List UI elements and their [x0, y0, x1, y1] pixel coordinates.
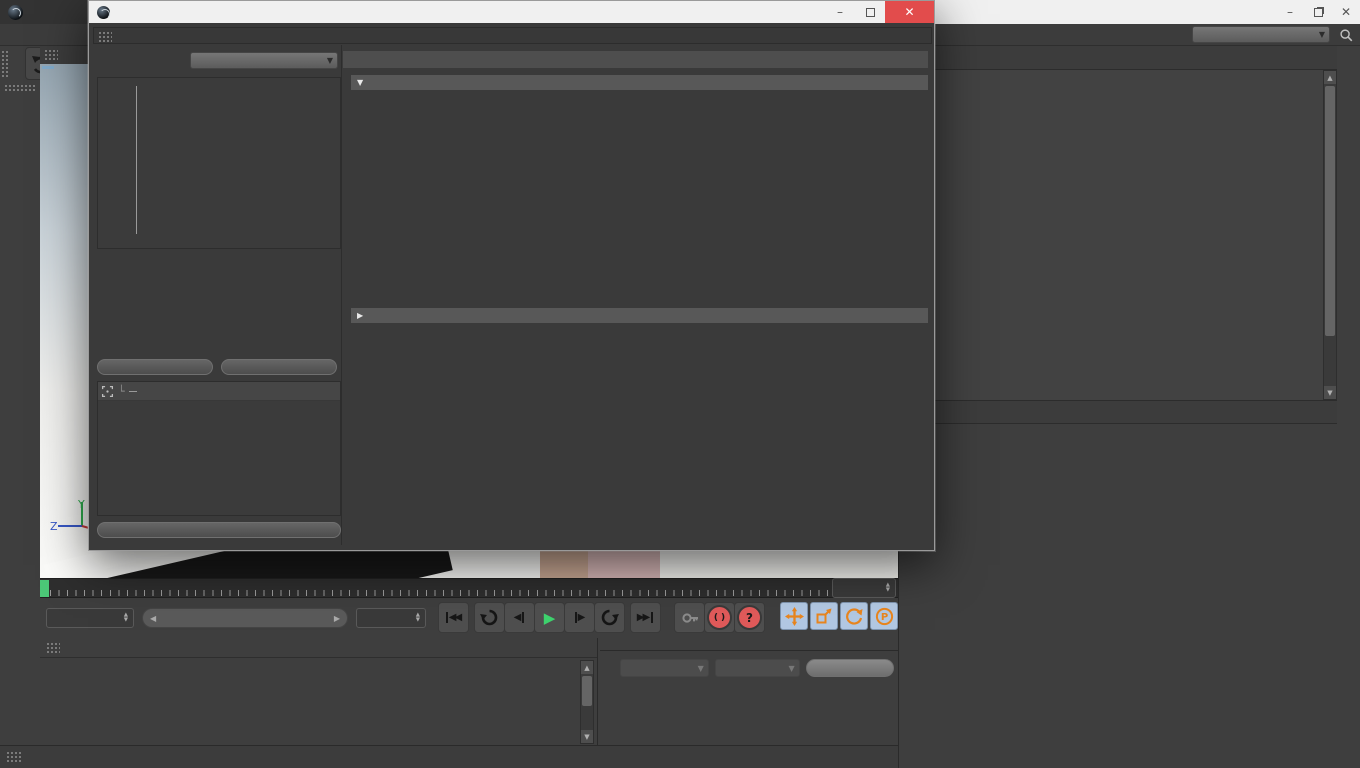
- play-icon: ▶: [543, 608, 556, 627]
- coords-scale-dropdown[interactable]: ▼: [714, 659, 800, 677]
- coordinates-panel: ▼ ▼: [600, 650, 898, 745]
- goto-start-button[interactable]: ◀◀: [438, 602, 469, 633]
- object-list-scrollbar[interactable]: ▲ ▼: [1323, 70, 1337, 400]
- next-frame-button[interactable]: ▶: [564, 602, 595, 633]
- move-icon: [784, 606, 804, 626]
- app-icon-area: [0, 0, 88, 24]
- restore-icon[interactable]: [1304, 1, 1332, 23]
- transport-buttons: ◀◀ ◀ ▶ ▶ ▶▶ ( ) ? P: [438, 602, 973, 633]
- keying-help-button[interactable]: ?: [734, 602, 765, 633]
- parameter-icon: P: [875, 607, 893, 625]
- ruler-ticks: [50, 590, 894, 596]
- next-key-button[interactable]: [594, 602, 625, 633]
- viewport-grip[interactable]: [44, 49, 58, 61]
- toolbar-grip[interactable]: [1, 50, 9, 78]
- settings-tree: [97, 77, 341, 249]
- panel-header: [343, 51, 928, 68]
- key-rotation-toggle[interactable]: [840, 602, 868, 630]
- scroll-up-icon[interactable]: ▲: [1324, 71, 1336, 84]
- search-icon[interactable]: [1338, 27, 1354, 43]
- right-panel: ▲ ▼: [898, 46, 1360, 768]
- viewport-camera-label[interactable]: [42, 66, 54, 69]
- dialog-grip[interactable]: [98, 31, 112, 42]
- tree-line: [136, 86, 137, 234]
- cinema4d-logo-icon: [8, 4, 23, 20]
- status-bar: [0, 745, 898, 768]
- record-key-button[interactable]: [674, 602, 705, 633]
- cinema4d-logo-icon: [97, 5, 110, 19]
- maxon-branding: [0, 640, 40, 745]
- timeline-ruler[interactable]: [40, 578, 898, 598]
- attribute-manager-menubar: [899, 400, 1337, 424]
- key-position-toggle[interactable]: [780, 602, 808, 630]
- render-settings-dialog: – ✕ ▼ └ ▼ ▶: [88, 0, 935, 551]
- autokey-icon: ( ): [707, 605, 732, 630]
- render-settings-button[interactable]: [97, 522, 341, 538]
- scroll-up-icon[interactable]: ▲: [581, 661, 593, 674]
- material-menubar: [40, 638, 597, 658]
- frame-range-slider[interactable]: ◀ ▶: [142, 608, 348, 628]
- engine-dropdown[interactable]: ▼: [190, 52, 338, 69]
- current-frame-spinner[interactable]: ▲ ▼: [832, 578, 896, 598]
- render-preset-icon: [101, 385, 114, 397]
- range-left-arrow-icon[interactable]: ◀: [150, 614, 156, 623]
- key-parameter-toggle[interactable]: P: [870, 602, 898, 630]
- object-list: [899, 70, 1323, 400]
- loop-back-icon: [480, 609, 498, 626]
- playhead[interactable]: [40, 580, 49, 597]
- dialog-close-icon[interactable]: ✕: [885, 1, 934, 23]
- dialog-minimize-icon[interactable]: –: [825, 1, 855, 23]
- layout-dropdown[interactable]: ▼: [1192, 26, 1330, 43]
- minimize-icon[interactable]: –: [1276, 1, 1304, 23]
- preset-row[interactable]: └: [98, 382, 340, 401]
- object-manager-menubar: [899, 46, 1337, 70]
- loop-forward-icon: [601, 609, 619, 626]
- mode-toolbar-grip[interactable]: [4, 84, 36, 91]
- scale-icon: [816, 608, 832, 624]
- play-button[interactable]: ▶: [534, 602, 565, 633]
- end-frame-spinner[interactable]: ▲ ▼: [356, 608, 426, 628]
- section-immagine-regolare[interactable]: ▼: [351, 75, 928, 90]
- main-titlebar[interactable]: – ✕: [935, 0, 1360, 24]
- preset-list: └: [97, 381, 341, 516]
- record-key-icon: [681, 612, 698, 623]
- material-scrollbar[interactable]: ▲ ▼: [580, 660, 594, 744]
- question-icon: ?: [737, 605, 762, 630]
- material-manager: ▲ ▼: [40, 638, 598, 745]
- scroll-down-icon[interactable]: ▼: [581, 730, 593, 743]
- material-grip[interactable]: [46, 641, 60, 654]
- dialog-toolbar: [93, 27, 932, 44]
- transport-bar: ▲ ▼ ◀ ▶ ▲ ▼ ◀◀ ◀ ▶ ▶ ▶▶ () ? P: [40, 599, 971, 638]
- multipass-button[interactable]: [221, 359, 337, 375]
- coords-mode-dropdown[interactable]: ▼: [620, 659, 709, 677]
- range-right-arrow-icon[interactable]: ▶: [334, 614, 340, 623]
- prev-key-button[interactable]: [474, 602, 505, 633]
- apply-button[interactable]: [805, 659, 894, 677]
- close-icon[interactable]: ✕: [1332, 1, 1360, 23]
- autokey-button[interactable]: ( ): [704, 602, 735, 633]
- dialog-titlebar[interactable]: – ✕: [89, 1, 934, 23]
- svg-text:Y: Y: [77, 498, 85, 511]
- prev-frame-button[interactable]: ◀: [504, 602, 535, 633]
- svg-text:Z: Z: [50, 520, 58, 533]
- rotate-icon: [846, 608, 863, 625]
- status-grip[interactable]: [6, 750, 22, 764]
- svg-text:P: P: [880, 612, 887, 623]
- effect-button[interactable]: [97, 359, 213, 375]
- scroll-down-icon[interactable]: ▼: [1324, 386, 1336, 399]
- section-compositing[interactable]: ▶: [351, 308, 928, 323]
- goto-end-button[interactable]: ▶▶: [630, 602, 661, 633]
- key-scale-toggle[interactable]: [810, 602, 838, 630]
- dialog-maximize-icon[interactable]: [855, 1, 885, 23]
- start-frame-spinner[interactable]: ▲ ▼: [46, 608, 134, 628]
- application-window: – ✕ ▼ Y Z ▲ ▼ ▲ ▼ ◀ ▶ ▲ ▼ ◀◀ ◀ ▶ ▶ ▶▶ (…: [0, 0, 1360, 768]
